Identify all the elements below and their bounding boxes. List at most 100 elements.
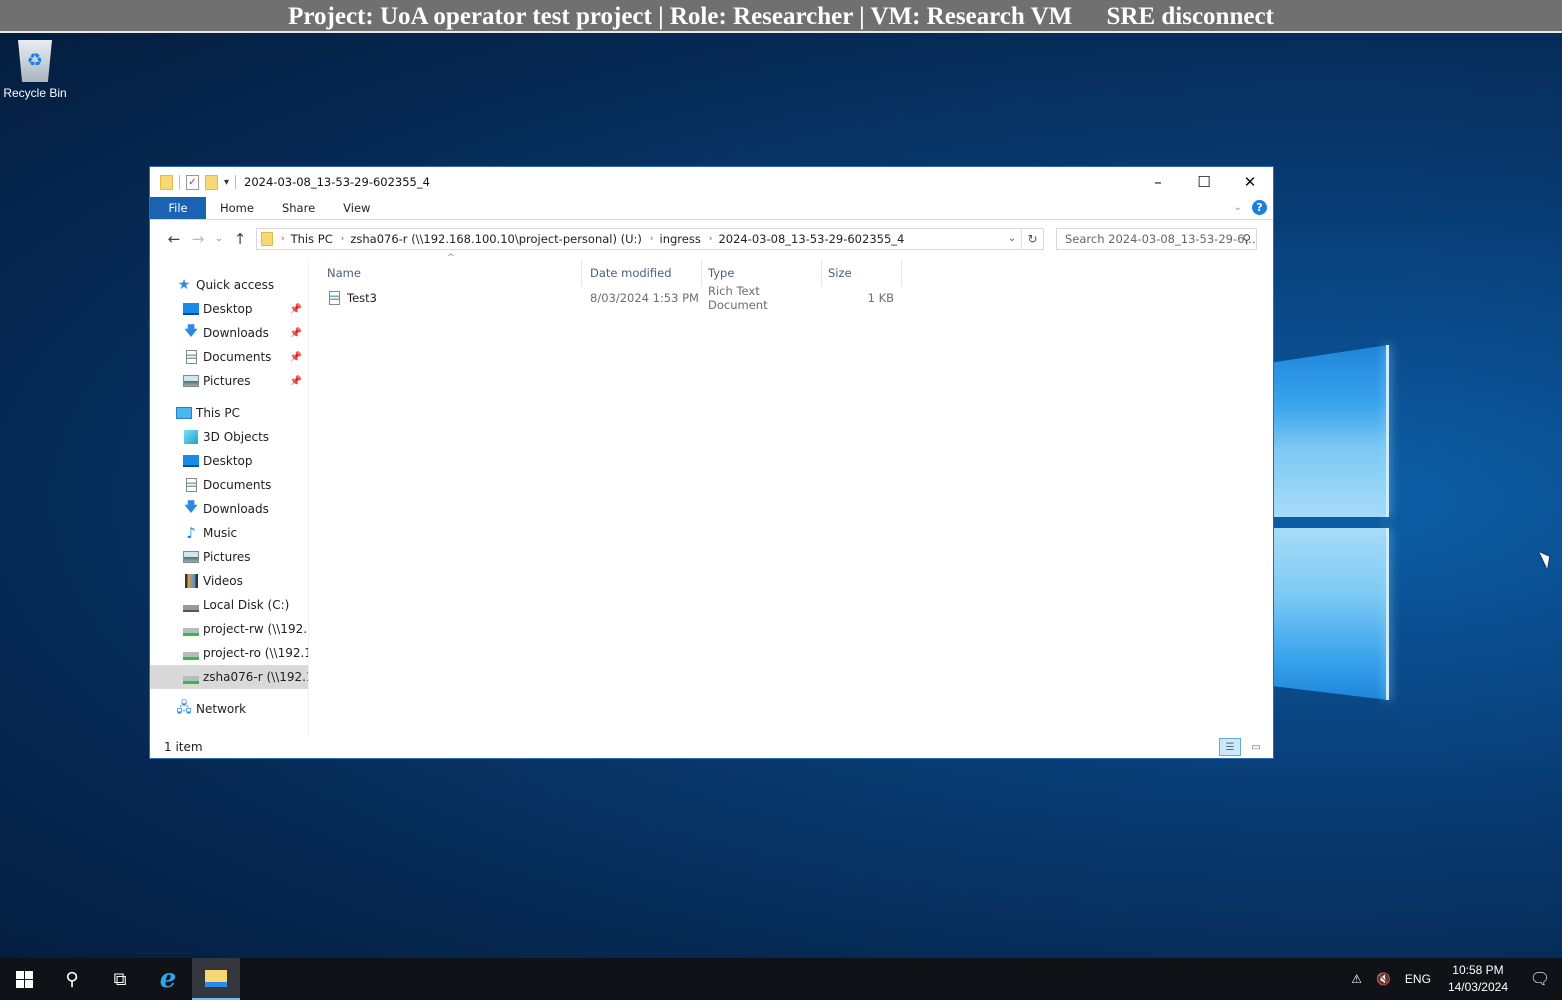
navigation-pane: ★ Quick access Desktop 📌 🡇 Downloads 📌 D… — [150, 259, 309, 736]
videos-icon — [184, 574, 198, 588]
tab-home[interactable]: Home — [206, 197, 268, 219]
back-arrow-icon[interactable]: ← — [162, 230, 186, 248]
breadcrumb-ingress[interactable]: ingress — [660, 232, 701, 246]
documents-icon — [185, 350, 197, 364]
wallpaper-edge-top — [1386, 345, 1389, 517]
nav-label: Downloads — [203, 326, 269, 340]
status-bar: 1 item ☰ ▭ — [150, 736, 1273, 758]
sort-ascending-icon: ^ — [447, 253, 455, 263]
file-explorer-window: ✓ ▾ 2024-03-08_13-53-29-602355_4 – ☐ ✕ F… — [149, 166, 1274, 759]
breadcrumb-separator-icon[interactable]: › — [281, 234, 285, 244]
nav-label: Desktop — [203, 454, 253, 468]
nav-label: Network — [196, 702, 247, 716]
nav-downloads[interactable]: 🡇 Downloads — [150, 497, 308, 521]
nav-project-rw[interactable]: project-rw (\\192.168.100.10) — [150, 617, 308, 641]
refresh-icon[interactable]: ↻ — [1021, 228, 1043, 249]
session-banner: Project: UoA operator test project | Rol… — [0, 0, 1562, 33]
maximize-button[interactable]: ☐ — [1181, 167, 1227, 197]
column-header-date-modified[interactable]: Date modified — [582, 260, 702, 286]
file-name: Test3 — [347, 291, 377, 305]
nav-videos[interactable]: Videos — [150, 569, 308, 593]
up-arrow-icon[interactable]: ↑ — [228, 230, 252, 248]
new-folder-icon[interactable] — [205, 174, 218, 190]
network-icon: 🖧 — [176, 700, 192, 716]
sre-disconnect-link[interactable]: SRE disconnect — [1107, 3, 1274, 30]
customize-toolbar-dropdown-icon[interactable]: ▾ — [224, 177, 229, 188]
nav-quick-access[interactable]: ★ Quick access — [150, 273, 308, 297]
nav-quick-desktop[interactable]: Desktop 📌 — [150, 297, 308, 321]
expand-ribbon-chevron-icon[interactable]: ⌄ — [1234, 202, 1242, 213]
nav-zsha076-r[interactable]: zsha076-r (\\192.168.100.10) — [150, 665, 308, 689]
help-icon[interactable]: ? — [1252, 200, 1267, 215]
ribbon: File Home Share View ⌄ ? — [150, 197, 1273, 220]
wallpaper-pane-bottom — [1274, 528, 1388, 700]
task-view-button[interactable]: ⧉ — [96, 958, 144, 1000]
input-language[interactable]: ENG — [1398, 972, 1438, 986]
desktop-icon-recycle-bin[interactable]: Recycle Bin — [2, 40, 68, 100]
pin-icon[interactable]: 📌 — [290, 376, 302, 387]
item-count: 1 item — [164, 740, 203, 754]
forward-arrow-icon[interactable]: → — [186, 230, 210, 248]
column-header-name[interactable]: Name — [327, 260, 582, 286]
internet-explorer-button[interactable]: e — [144, 958, 192, 1000]
nav-local-disk[interactable]: Local Disk (C:) — [150, 593, 308, 617]
properties-icon[interactable]: ✓ — [186, 174, 199, 190]
breadcrumb-separator-icon[interactable]: › — [709, 234, 713, 244]
address-bar[interactable]: › This PC › zsha076-r (\\192.168.100.10\… — [256, 227, 1044, 250]
pin-icon[interactable]: 📌 — [290, 304, 302, 315]
column-header-type[interactable]: Type — [702, 260, 822, 286]
file-explorer-button[interactable] — [192, 958, 240, 1000]
volume-muted-icon[interactable]: 🔇 — [1369, 972, 1398, 986]
nav-network[interactable]: 🖧 Network — [150, 697, 308, 721]
wallpaper-pane-top — [1274, 345, 1388, 517]
breadcrumb-current-folder[interactable]: 2024-03-08_13-53-29-602355_4 — [718, 232, 904, 246]
address-dropdown-chevron-icon[interactable]: ⌄ — [1003, 233, 1021, 244]
details-view-icon[interactable]: ☰ — [1219, 738, 1241, 756]
nav-music[interactable]: ♪ Music — [150, 521, 308, 545]
nav-quick-downloads[interactable]: 🡇 Downloads 📌 — [150, 321, 308, 345]
nav-label: Videos — [203, 574, 243, 588]
tab-file[interactable]: File — [150, 197, 206, 219]
nav-label: Desktop — [203, 302, 253, 316]
nav-quick-pictures[interactable]: Pictures 📌 — [150, 369, 308, 393]
breadcrumb-drive[interactable]: zsha076-r (\\192.168.100.10\project-pers… — [350, 232, 642, 246]
search-button[interactable]: ⚲ — [48, 958, 96, 1000]
toolbar-separator — [179, 175, 180, 189]
close-button[interactable]: ✕ — [1227, 167, 1273, 197]
nav-label: Quick access — [196, 278, 275, 292]
breadcrumb-this-pc[interactable]: This PC — [291, 232, 333, 246]
nav-project-ro[interactable]: project-ro (\\192.168.100.10) — [150, 641, 308, 665]
nav-desktop[interactable]: Desktop — [150, 449, 308, 473]
desktop-icon — [183, 455, 199, 467]
recent-locations-chevron-icon[interactable]: ⌄ — [210, 234, 228, 244]
desktop-icon-label: Recycle Bin — [3, 86, 67, 100]
start-button[interactable] — [0, 958, 48, 1000]
computer-icon — [176, 407, 192, 419]
nav-label: Documents — [203, 350, 272, 364]
pin-icon[interactable]: 📌 — [290, 328, 302, 339]
nav-documents[interactable]: Documents — [150, 473, 308, 497]
large-icons-view-icon[interactable]: ▭ — [1245, 738, 1267, 756]
network-warning-icon[interactable]: ⚠ — [1344, 972, 1369, 986]
breadcrumb-separator-icon[interactable]: › — [341, 234, 345, 244]
breadcrumb-separator-icon[interactable]: › — [650, 234, 654, 244]
network-drive-icon — [183, 627, 199, 636]
nav-pictures[interactable]: Pictures — [150, 545, 308, 569]
tab-share[interactable]: Share — [268, 197, 329, 219]
nav-3d-objects[interactable]: 3D Objects — [150, 425, 308, 449]
nav-label: Documents — [203, 478, 272, 492]
nav-quick-documents[interactable]: Documents 📌 — [150, 345, 308, 369]
column-header-size[interactable]: Size — [822, 260, 902, 286]
nav-label: Pictures — [203, 550, 251, 564]
search-input[interactable]: Search 2024-03-08_13-53-29-6... ⚲ — [1056, 227, 1257, 250]
pin-icon[interactable]: 📌 — [290, 352, 302, 363]
title-bar[interactable]: ✓ ▾ 2024-03-08_13-53-29-602355_4 – ☐ ✕ — [150, 167, 1273, 197]
rich-text-document-icon — [329, 291, 340, 305]
music-icon: ♪ — [186, 524, 196, 542]
tab-view[interactable]: View — [329, 197, 384, 219]
action-center-icon[interactable]: 🗨 — [1518, 969, 1562, 989]
nav-this-pc[interactable]: This PC — [150, 401, 308, 425]
minimize-button[interactable]: – — [1135, 167, 1181, 197]
clock[interactable]: 10:58 PM 14/03/2024 — [1438, 962, 1518, 996]
file-row[interactable]: Test3 8/03/2024 1:53 PM Rich Text Docume… — [309, 284, 1273, 312]
